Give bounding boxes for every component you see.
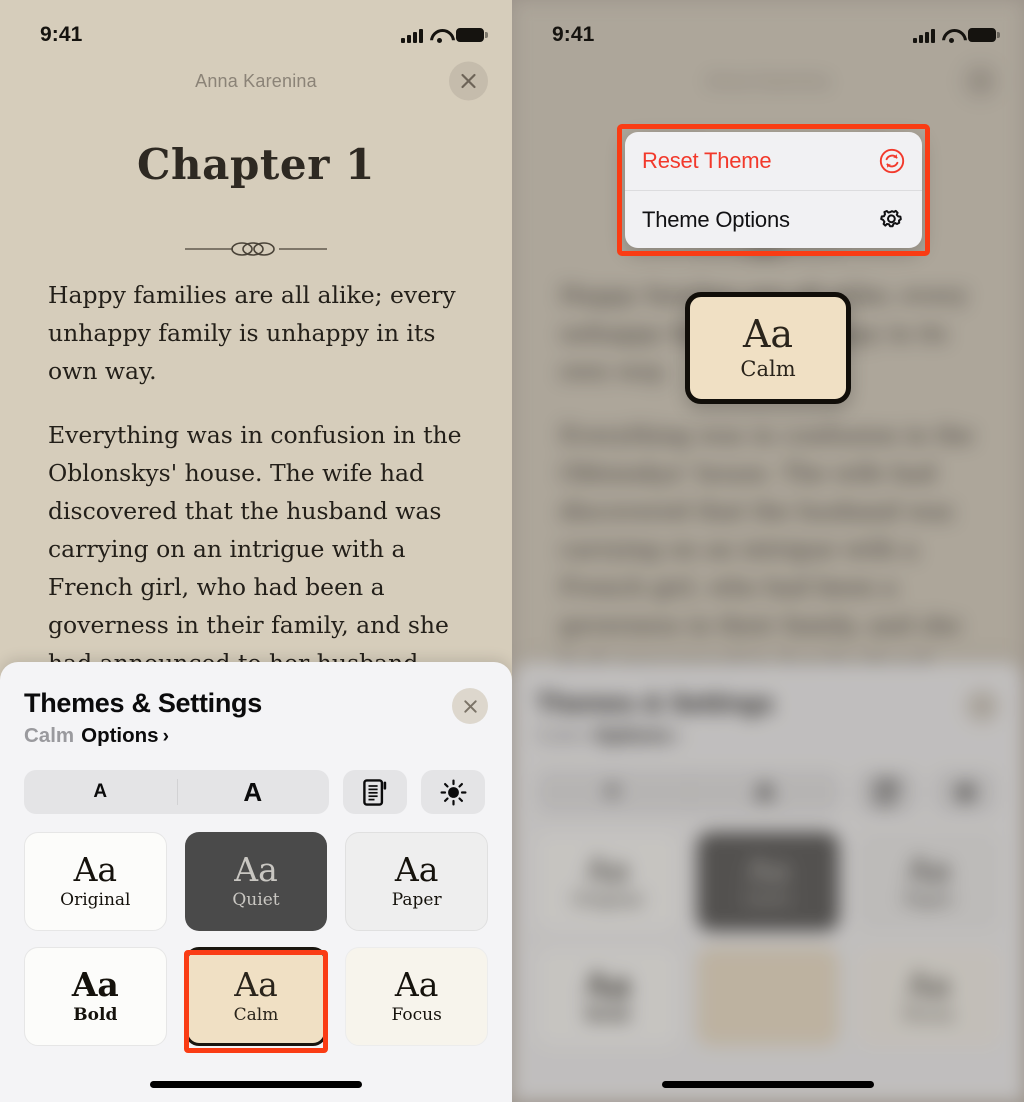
ornament-divider (0, 238, 512, 260)
sun-brightness-icon (440, 779, 466, 805)
theme-sample: Aa (234, 849, 278, 889)
wifi-icon (942, 28, 961, 44)
home-indicator (150, 1081, 362, 1088)
context-menu-label: Reset Theme (642, 148, 772, 173)
themes-settings-sheet: Themes & Settings Calm Options › A A Aa … (0, 662, 512, 1102)
home-indicator (662, 1081, 874, 1088)
context-menu-item-reset-theme[interactable]: Reset Theme (625, 132, 922, 190)
theme-card-focus[interactable]: Aa Focus (345, 947, 488, 1046)
theme-card-original[interactable]: Aa Original (24, 832, 167, 931)
close-icon (461, 73, 476, 89)
ornament-divider-icon (185, 242, 327, 256)
theme-name: Focus (391, 1005, 442, 1026)
book-header: Anna Karenina (0, 58, 512, 104)
theme-context-menu: Reset Theme Theme Options (625, 132, 922, 248)
sheet-subtitle[interactable]: Calm Options › (24, 724, 488, 748)
font-size-decrease-button[interactable]: A (24, 781, 177, 803)
theme-name: Calm (740, 356, 796, 381)
page-layout-button[interactable] (343, 770, 407, 814)
phone-screen-left: 9:41 Anna Karenina Chapter 1 Happy famil… (0, 0, 512, 1102)
theme-name: Original (60, 890, 131, 911)
status-bar: 9:41 (512, 0, 1024, 56)
status-indicators (913, 28, 1000, 44)
screenshot-stage: 9:41 Anna Karenina Chapter 1 Happy famil… (0, 0, 1024, 1102)
floating-theme-card-calm[interactable]: Aa Calm (685, 292, 851, 404)
cellular-signal-icon (401, 28, 423, 43)
theme-sample: Aa (73, 849, 118, 889)
close-icon (463, 699, 477, 713)
font-size-segmented-control: A A (24, 770, 329, 814)
page-layout-icon (362, 778, 386, 806)
theme-card-bold[interactable]: Aa Bold (24, 947, 167, 1046)
theme-card-paper[interactable]: Aa Paper (345, 832, 488, 931)
theme-card-calm[interactable]: Aa Calm (184, 947, 328, 1046)
status-indicators (401, 28, 488, 44)
theme-sample: Aa (71, 964, 119, 1004)
segmented-divider (176, 779, 178, 805)
chevron-right-icon: › (162, 726, 169, 747)
status-time: 9:41 (552, 23, 595, 46)
sheet-title: Themes & Settings (24, 688, 262, 718)
context-menu-label: Theme Options (642, 206, 790, 232)
current-theme-label: Calm (24, 724, 75, 747)
theme-name: Quiet (232, 890, 280, 911)
theme-sample: Aa (742, 312, 794, 357)
brightness-button[interactable] (421, 770, 485, 814)
book-paragraph: Happy families are all alike; every unha… (48, 281, 456, 385)
wifi-icon (430, 28, 449, 44)
context-menu-item-theme-options[interactable]: Theme Options (625, 190, 922, 248)
gear-icon (880, 209, 902, 227)
theme-name: Paper (391, 890, 442, 911)
status-bar: 9:41 (0, 0, 512, 56)
font-size-increase-button[interactable]: A (177, 777, 330, 808)
battery-icon (968, 28, 1000, 42)
theme-options-link[interactable]: Options (81, 724, 158, 748)
theme-name: Bold (73, 1005, 118, 1026)
theme-sample: Aa (394, 964, 439, 1004)
theme-name: Calm (233, 1005, 279, 1026)
book-title: Anna Karenina (195, 70, 317, 91)
cellular-signal-icon (913, 28, 935, 43)
reader-close-button[interactable] (449, 61, 488, 101)
phone-screen-right: Anna Karenina Chapter 1 Happy (512, 0, 1024, 1102)
theme-sample: Aa (234, 964, 278, 1004)
reader-controls-row: A A (24, 770, 488, 814)
reset-circular-arrows-icon (879, 148, 905, 174)
theme-sample: Aa (394, 849, 439, 889)
sheet-close-button[interactable] (452, 688, 488, 724)
chapter-title: Chapter 1 (136, 140, 376, 189)
battery-icon (456, 28, 488, 42)
theme-card-quiet[interactable]: Aa Quiet (184, 832, 328, 931)
status-time: 9:41 (40, 23, 83, 46)
theme-grid: Aa Original Aa Quiet Aa Paper Aa Bold Aa (24, 832, 488, 1046)
